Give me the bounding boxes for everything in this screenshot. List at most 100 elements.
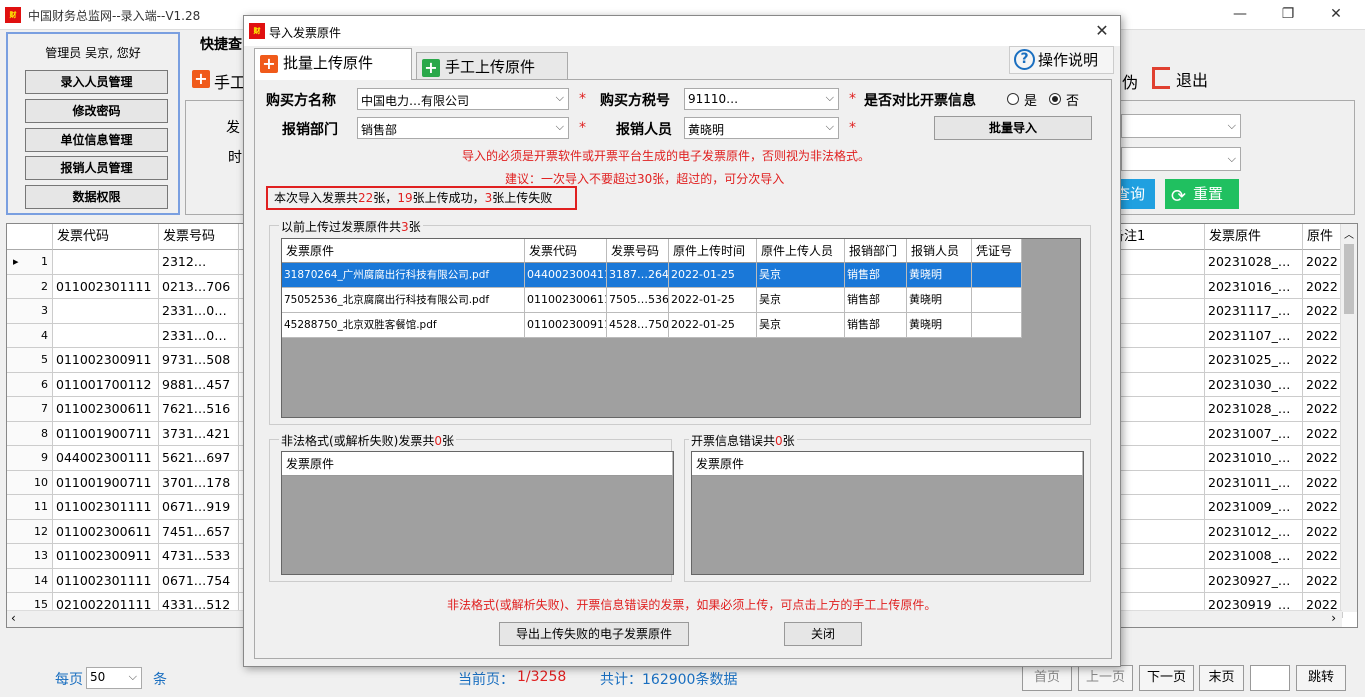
cell-remark1[interactable] [1107, 372, 1205, 397]
prev-cell-col-code[interactable]: 011002300911 [525, 313, 607, 338]
cell-original-time[interactable]: 2022 [1303, 323, 1343, 348]
cell-code[interactable] [53, 323, 159, 348]
cell-remark1[interactable] [1107, 274, 1205, 299]
cell-number[interactable]: 4731…533 [159, 544, 239, 569]
prev-header-col-dept[interactable]: 报销部门 [845, 239, 907, 263]
prev-header-col-upload-time[interactable]: 原件上传时间 [669, 239, 757, 263]
col-header-remark1[interactable]: 备注1 [1107, 224, 1205, 250]
cell-number[interactable]: 9881…457 [159, 372, 239, 397]
cell-original[interactable]: 20231030_… [1205, 372, 1303, 397]
export-failed-button[interactable]: 导出上传失败的电子发票原件 [499, 622, 689, 646]
cell-number[interactable]: 2331…0… [159, 323, 239, 348]
prev-cell-col-code[interactable]: 011002300611 [525, 288, 607, 313]
prev-cell-col-original[interactable]: 31870264_广州腐腐出行科技有限公司.pdf [282, 263, 525, 288]
prev-cell-col-original[interactable]: 75052536_北京腐腐出行科技有限公司.pdf [282, 288, 525, 313]
prev-cell-col-person[interactable]: 黄晓明 [907, 313, 972, 338]
scroll-right-icon[interactable]: › [1331, 611, 1336, 625]
radio-no[interactable] [1049, 93, 1061, 105]
row-number[interactable]: 3 [7, 299, 53, 324]
last-page-button[interactable]: 末页 [1199, 665, 1244, 691]
scroll-up-icon[interactable]: ︿ [1344, 226, 1354, 241]
scroll-thumb[interactable] [1344, 244, 1354, 314]
cell-original-time[interactable]: 2022 [1303, 495, 1343, 520]
verify-label[interactable]: 伪 [1122, 69, 1138, 93]
data-permission-button[interactable]: 数据权限 [25, 185, 168, 209]
change-password-button[interactable]: 修改密码 [25, 99, 168, 123]
per-page-select[interactable]: 50 ⌵ [86, 667, 142, 689]
illegal-format-grid[interactable]: 发票原件 [281, 451, 674, 575]
cell-original-time[interactable]: 2022 [1303, 544, 1343, 569]
prev-cell-col-original[interactable]: 45288750_北京双胜客餐馆.pdf [282, 313, 525, 338]
cell-original-time[interactable]: 2022 [1303, 250, 1343, 275]
close-icon[interactable]: ✕ [1326, 4, 1346, 24]
cell-original-time[interactable]: 2022 [1303, 299, 1343, 324]
tab-manual-upload[interactable]: + 手工上传原件 [416, 52, 568, 82]
col-header-original[interactable]: 发票原件 [1205, 224, 1303, 250]
row-number[interactable]: 11 [7, 495, 53, 520]
cell-number[interactable]: 5621…697 [159, 446, 239, 471]
illegal-col-header[interactable]: 发票原件 [282, 452, 673, 476]
cell-code[interactable]: 011001900711 [53, 470, 159, 495]
row-number[interactable]: 13 [7, 544, 53, 569]
cell-code[interactable]: 011002301111 [53, 568, 159, 593]
cell-original[interactable]: 20231117_… [1205, 299, 1303, 324]
prev-cell-col-dept[interactable]: 销售部 [845, 288, 907, 313]
radio-yes[interactable] [1007, 93, 1019, 105]
cell-number[interactable]: 3701…178 [159, 470, 239, 495]
cell-number[interactable]: 3731…421 [159, 421, 239, 446]
cell-number[interactable]: 0213…706 [159, 274, 239, 299]
cell-original[interactable]: 20231025_… [1205, 348, 1303, 373]
cell-code[interactable]: 011002301111 [53, 274, 159, 299]
scroll-left-icon[interactable]: ‹ [11, 611, 16, 625]
first-page-button[interactable]: 首页 [1022, 665, 1072, 691]
prev-cell-col-dept[interactable]: 销售部 [845, 263, 907, 288]
prev-cell-col-number[interactable]: 7505…536 [607, 288, 669, 313]
row-number[interactable]: 10 [7, 470, 53, 495]
reset-button[interactable]: ⟳ 重置 [1165, 179, 1239, 209]
cell-number[interactable]: 7621…516 [159, 397, 239, 422]
cell-original-time[interactable]: 2022 [1303, 470, 1343, 495]
row-number[interactable]: 4 [7, 323, 53, 348]
cell-original[interactable]: 20231028_… [1205, 397, 1303, 422]
prev-cell-col-upload-time[interactable]: 2022-01-25 [669, 263, 757, 288]
prev-cell-col-number[interactable]: 4528…750 [607, 313, 669, 338]
close-icon[interactable]: ✕ [1092, 21, 1112, 41]
prev-cell-col-uploader[interactable]: 吴京 [757, 263, 845, 288]
row-number[interactable]: 7 [7, 397, 53, 422]
cell-code[interactable]: 011002300911 [53, 544, 159, 569]
exit-button[interactable]: 退出 [1152, 66, 1222, 90]
next-page-button[interactable]: 下一页 [1139, 665, 1194, 691]
cell-original[interactable]: 20231010_… [1205, 446, 1303, 471]
tab-batch-upload[interactable]: + 批量上传原件 [254, 48, 412, 80]
cell-original[interactable]: 20231012_… [1205, 519, 1303, 544]
prev-cell-col-uploader[interactable]: 吴京 [757, 288, 845, 313]
cell-remark1[interactable] [1107, 299, 1205, 324]
buyer-tax-select[interactable]: 91110… ⌵ [684, 88, 839, 110]
cell-remark1[interactable] [1107, 544, 1205, 569]
cell-code[interactable]: 011002300611 [53, 397, 159, 422]
col-header-original-time[interactable]: 原件 [1303, 224, 1343, 250]
cell-original-time[interactable]: 2022 [1303, 348, 1343, 373]
cell-original[interactable]: 20231028_… [1205, 250, 1303, 275]
cell-original-time[interactable]: 2022 [1303, 397, 1343, 422]
cell-remark1[interactable] [1107, 397, 1205, 422]
prev-header-col-person[interactable]: 报销人员 [907, 239, 972, 263]
jump-button[interactable]: 跳转 [1296, 665, 1346, 691]
cell-code[interactable]: 011001900711 [53, 421, 159, 446]
prev-header-col-voucher[interactable]: 凭证号 [972, 239, 1022, 263]
col-header-code[interactable]: 发票代码 [53, 224, 159, 250]
row-number[interactable]: 8 [7, 421, 53, 446]
dept-select[interactable]: 销售部 ⌵ [357, 117, 569, 139]
row-number[interactable]: 1 ▸ [7, 250, 53, 275]
row-number[interactable]: 12 [7, 519, 53, 544]
cell-number[interactable]: 7451…657 [159, 519, 239, 544]
cell-original-time[interactable]: 2022 [1303, 421, 1343, 446]
prev-cell-col-upload-time[interactable]: 2022-01-25 [669, 313, 757, 338]
cell-code[interactable]: 011002300911 [53, 348, 159, 373]
org-info-button[interactable]: 单位信息管理 [25, 128, 168, 152]
prev-cell-col-code[interactable]: 044002300411 [525, 263, 607, 288]
cell-original[interactable]: 20231008_… [1205, 544, 1303, 569]
row-number[interactable]: 14 [7, 568, 53, 593]
row-number[interactable]: 2 [7, 274, 53, 299]
prev-cell-col-uploader[interactable]: 吴京 [757, 313, 845, 338]
